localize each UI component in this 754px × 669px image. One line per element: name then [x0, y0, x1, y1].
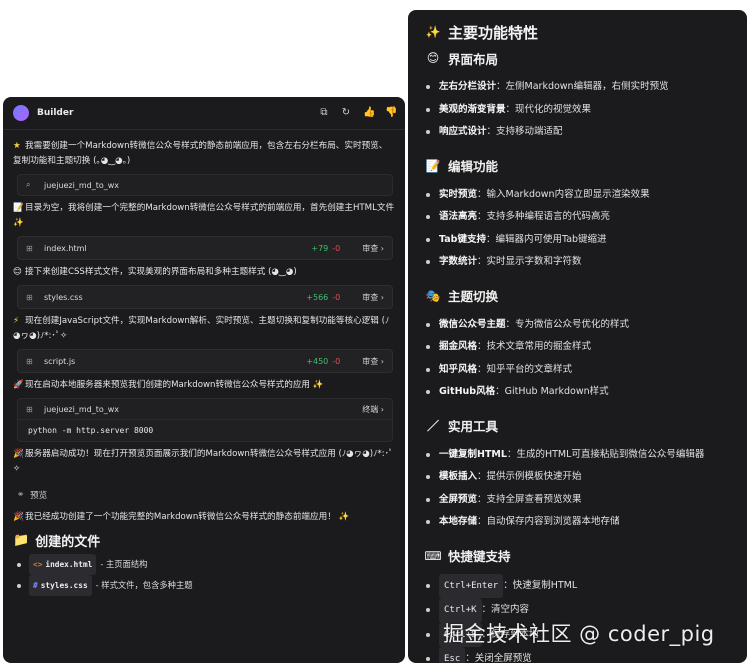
feature-item: 微信公众号主题 ：专为微信公众号优化的样式	[424, 314, 731, 337]
message-create-html: 📝目录为空，我将创建一个完整的Markdown转微信公众号样式的前端应用，首先创…	[13, 203, 395, 228]
terminal-command: python -m http.server 8000	[28, 426, 154, 435]
file-add-icon: ⊞	[26, 292, 33, 302]
created-file-item: # styles.css - 样式文件，包含多种主题	[13, 575, 395, 596]
section-icon: 🎭	[425, 288, 441, 303]
file-change-index-html[interactable]: ⊞ index.html +79 -0 审查 ›	[17, 236, 393, 260]
features-title: ✨ 主要功能特性	[425, 23, 539, 42]
feature-item: 左右分栏设计 ：左侧Markdown编辑器，右侧实时预览	[424, 76, 731, 99]
user-prompt: ★ 我需要创建一个Markdown转微信公众号样式的静态前端应用，包含左右分栏布局…	[13, 141, 388, 166]
lightning-icon: ⚡	[13, 316, 20, 326]
thumbs-down-icon[interactable]: 👎	[385, 108, 397, 118]
review-button[interactable]: 审查 ›	[362, 243, 384, 254]
section-heading: 🎭 主题切换	[425, 288, 499, 305]
file-change-script-js[interactable]: ⊞ script.js +450 -0 审查 ›	[17, 349, 393, 373]
features-panel: ✨ 主要功能特性 😊 界面布局左右分栏设计 ：左侧Markdown编辑器，右侧实时预览…	[408, 10, 747, 663]
section-icon: 📝	[425, 158, 441, 173]
feature-item: 美观的渐变背景 ：现代化的视觉效果	[424, 99, 731, 122]
shortcut-item: Ctrl+Enter ：快速复制HTML	[424, 573, 731, 598]
feature-item: GitHub风格 ：GitHub Markdown样式	[424, 381, 731, 404]
feature-item: 实时预览 ：输入Markdown内容立即显示渲染效果	[424, 184, 731, 207]
feature-item: 字数统计 ：实时显示字数和字符数	[424, 251, 731, 274]
code-icon: <>	[33, 560, 43, 569]
feature-item: 掘金风格 ：技术文章常用的掘金样式	[424, 336, 731, 359]
file-add-icon: ⊞	[26, 356, 33, 366]
created-files-heading: 📁 创建的文件	[13, 533, 101, 550]
section-heading-shortcuts: ⌨ 快捷键支持	[424, 548, 511, 565]
feature-item: 一键复制HTML ：生成的HTML可直接粘贴到微信公众号编辑器	[424, 444, 731, 467]
sparkle-icon: ✨	[338, 512, 350, 522]
feature-item: 语法高亮 ：支持多种编程语言的代码高亮	[424, 206, 731, 229]
message-create-js: ⚡ 现在创建JavaScript文件，实现Markdown解析、实时预览、主题切换…	[13, 316, 390, 341]
builder-title: Builder	[37, 108, 74, 118]
review-button[interactable]: 审查 ›	[362, 292, 384, 303]
feature-item: 知乎风格 ：知乎平台的文章样式	[424, 359, 731, 382]
party-icon: 🎉	[13, 449, 24, 459]
rocket-icon: 🚀	[13, 380, 24, 390]
terminal-block[interactable]: ⊞ juejuezi_md_to_wx 终端 › python -m http.…	[17, 398, 393, 442]
sparkles-icon: ✨	[425, 25, 441, 39]
file-change-styles-css[interactable]: ⊞ styles.css +566 -0 审查 ›	[17, 285, 393, 309]
thumbs-up-icon[interactable]: 👍	[363, 108, 375, 118]
terminal-icon: ⊞	[26, 404, 33, 414]
section-icon: ／	[426, 419, 439, 433]
message-create-css: 😊 接下来创建CSS样式文件，实现美观的界面布局和多种主题样式 (◕‿◕)	[13, 265, 395, 280]
hash-icon: #	[33, 581, 38, 590]
party-popper-icon: 🎉	[13, 512, 24, 522]
feature-item: 模板插入 ：提供示例模板快速开始	[424, 466, 731, 489]
smile-icon: 😊	[13, 267, 22, 277]
message-server-started: 🎉服务器启动成功！现在打开预览页面展示我们的Markdown转微信公众号样式应用…	[13, 449, 394, 474]
section-heading: 📝 编辑功能	[425, 158, 499, 175]
message-start-server: 🚀现在启动本地服务器来预览我们创建的Markdown转微信公众号样式的应用 ✨	[13, 378, 395, 393]
section-heading: 😊 界面布局	[424, 46, 731, 70]
section-heading: ／实用工具	[424, 414, 731, 438]
watermark: 掘金技术社区 @ coder_pig	[443, 622, 715, 646]
builder-header: Builder ⧉ ↻ 👍 👎	[3, 97, 405, 130]
shortcut-item: Esc ：关闭全屏预览	[424, 647, 731, 663]
file-add-icon: ⊞	[26, 243, 33, 253]
copy-icon[interactable]: ⧉	[319, 108, 329, 118]
terminal-button[interactable]: 终端 ›	[362, 404, 384, 415]
folder-icon: 📁	[13, 533, 30, 548]
message-done: 🎉我已经成功创建了一个功能完整的Markdown转微信公众号样式的静态前端应用！…	[13, 510, 395, 525]
builder-avatar	[13, 105, 29, 121]
feature-item: 本地存储 ：自动保存内容到浏览器本地存储	[424, 511, 731, 534]
sparkle-icon: ✨	[13, 218, 24, 228]
link-icon: ⚭	[17, 490, 25, 500]
workspace-chip[interactable]: ⌕ juejuezi_md_to_wx	[17, 174, 393, 196]
memo-icon: 📝	[13, 203, 24, 213]
feature-item: Tab键支持 ：编辑器内可使用Tab键缩进	[424, 229, 731, 252]
review-button[interactable]: 审查 ›	[362, 356, 384, 367]
preview-link[interactable]: ⚭ 预览	[17, 489, 47, 501]
feature-item: 全屏预览 ：支持全屏查看预览效果	[424, 489, 731, 512]
created-file-item: <> index.html - 主页面结构	[13, 554, 395, 575]
sparkle-icon: ✨	[312, 380, 324, 390]
refresh-icon[interactable]: ↻	[341, 108, 351, 118]
search-icon: ⌕	[26, 180, 31, 189]
star-icon: ★	[13, 141, 21, 151]
keyboard-icon: ⌨	[424, 548, 442, 563]
section-icon: 😊	[426, 51, 440, 65]
feature-item: 响应式设计 ：支持移动端适配	[424, 121, 731, 144]
builder-panel: Builder ⧉ ↻ 👍 👎 ★ 我需要创建一个Markdown转微信公众号样式…	[3, 97, 405, 663]
